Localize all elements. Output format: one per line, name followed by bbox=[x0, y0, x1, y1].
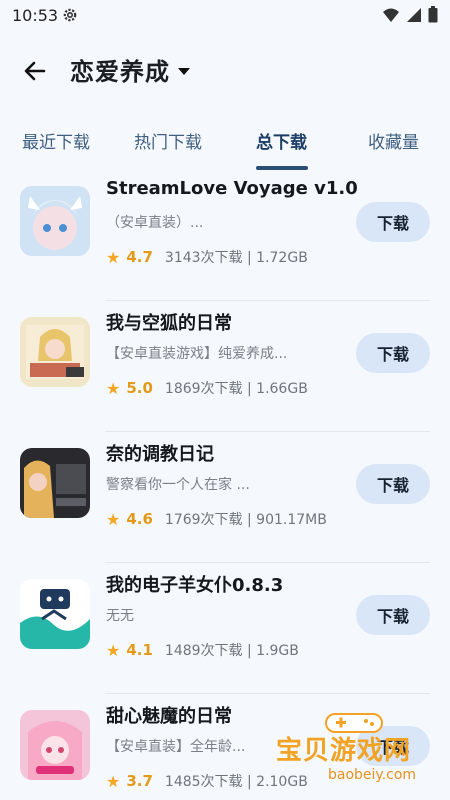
download-button[interactable]: 下载 bbox=[356, 595, 430, 635]
download-button[interactable]: 下载 bbox=[356, 464, 430, 504]
game-stats: 3143次下载 | 1.72GB bbox=[164, 250, 308, 266]
game-description: 警察看你一个人在家 ... bbox=[106, 477, 250, 493]
page-title: 恋爱养成 bbox=[70, 58, 170, 86]
arrow-left-icon[interactable] bbox=[20, 56, 50, 86]
watermark-text: 宝贝游戏网 bbox=[276, 736, 412, 766]
game-meta: ★ 4.7 3143次下载 | 1.72GB bbox=[106, 247, 308, 267]
game-rating: 3.7 bbox=[126, 772, 153, 790]
game-title: 我的电子羊女仆0.8.3 bbox=[106, 575, 284, 596]
signal-icon bbox=[407, 7, 421, 22]
status-bar: 10:53 bbox=[0, 0, 450, 32]
download-button[interactable]: 下载 bbox=[356, 333, 430, 373]
watermark: 宝贝游戏网 baobeiy.com bbox=[270, 708, 450, 800]
game-description: 无无 bbox=[106, 608, 134, 624]
game-description: （安卓直装）... bbox=[106, 215, 204, 231]
list-item[interactable]: 我与空狐的日常 【安卓直装游戏】纯爱养成... ★ 5.0 1869次下载 | … bbox=[0, 301, 450, 432]
game-title: 我与空狐的日常 bbox=[106, 313, 232, 334]
game-rating: 4.7 bbox=[126, 248, 153, 266]
game-icon bbox=[20, 448, 90, 518]
list-item[interactable]: StreamLove Voyage v1.0 （安卓直装）... ★ 4.7 3… bbox=[0, 170, 450, 301]
game-meta: ★ 4.6 1769次下载 | 901.17MB bbox=[106, 509, 327, 529]
game-rating: 4.6 bbox=[126, 510, 153, 528]
game-rating: 4.1 bbox=[126, 641, 153, 659]
game-stats: 1489次下载 | 1.9GB bbox=[164, 643, 299, 659]
game-rating: 5.0 bbox=[126, 379, 153, 397]
watermark-url: baobeiy.com bbox=[328, 767, 417, 783]
star-icon: ★ bbox=[106, 509, 121, 529]
game-title: StreamLove Voyage v1.0 bbox=[106, 178, 358, 199]
wifi-icon bbox=[383, 8, 399, 22]
download-button[interactable]: 下载 bbox=[356, 202, 430, 242]
game-description: 【安卓直装】全年龄... bbox=[106, 739, 246, 755]
star-icon: ★ bbox=[106, 771, 121, 791]
game-list: StreamLove Voyage v1.0 （安卓直装）... ★ 4.7 3… bbox=[0, 170, 450, 800]
caret-down-icon bbox=[178, 67, 190, 75]
list-item[interactable]: 奈的调教日记 警察看你一个人在家 ... ★ 4.6 1769次下载 | 901… bbox=[0, 432, 450, 563]
battery-icon bbox=[428, 6, 438, 23]
tab-hot-downloads[interactable]: 热门下载 bbox=[134, 128, 202, 153]
star-icon: ★ bbox=[106, 247, 121, 267]
category-dropdown[interactable]: 恋爱养成 bbox=[70, 52, 190, 87]
tab-recent-downloads[interactable]: 最近下载 bbox=[22, 128, 90, 153]
star-icon: ★ bbox=[106, 640, 121, 660]
game-icon bbox=[20, 186, 90, 256]
game-title: 奈的调教日记 bbox=[106, 444, 214, 465]
sort-tabs: 最近下载 热门下载 总下载 收藏量 bbox=[0, 122, 450, 172]
status-time: 10:53 bbox=[12, 6, 59, 25]
game-icon bbox=[20, 317, 90, 387]
game-icon bbox=[20, 710, 90, 780]
tab-favorites[interactable]: 收藏量 bbox=[368, 128, 419, 153]
game-title: 甜心魅魔的日常 bbox=[106, 706, 232, 727]
game-stats: 1869次下载 | 1.66GB bbox=[164, 381, 308, 397]
game-meta: ★ 4.1 1489次下载 | 1.9GB bbox=[106, 640, 299, 660]
list-item[interactable]: 我的电子羊女仆0.8.3 无无 ★ 4.1 1489次下载 | 1.9GB 下载 bbox=[0, 563, 450, 694]
tab-total-downloads[interactable]: 总下载 bbox=[256, 128, 307, 153]
game-icon bbox=[20, 579, 90, 649]
game-meta: ★ 5.0 1869次下载 | 1.66GB bbox=[106, 378, 308, 398]
app-header: 恋爱养成 bbox=[0, 40, 450, 100]
game-stats: 1769次下载 | 901.17MB bbox=[164, 512, 327, 528]
gear-icon bbox=[63, 8, 77, 22]
game-description: 【安卓直装游戏】纯爱养成... bbox=[106, 346, 288, 362]
star-icon: ★ bbox=[106, 378, 121, 398]
